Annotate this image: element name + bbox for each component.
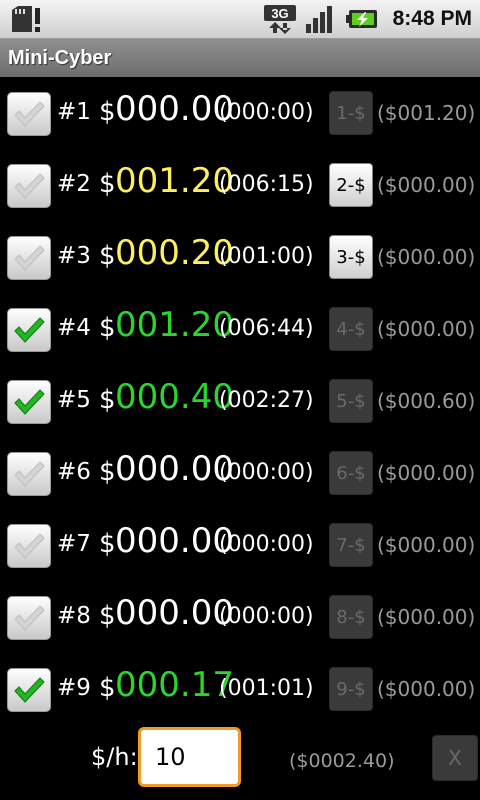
station-row: #4 $001.20 (006:44) 4-$ ($000.00) <box>0 300 480 360</box>
hourly-rate-input[interactable]: 10 <box>138 727 241 787</box>
station-checkbox[interactable] <box>7 164 51 208</box>
paid-amount: ($000.00) <box>377 173 476 197</box>
paid-amount: ($000.60) <box>377 389 476 413</box>
station-row: #6 $000.00 (000:00) 6-$ ($000.00) <box>0 444 480 504</box>
station-number: #2 <box>57 171 91 197</box>
station-time: (000:00) <box>219 532 314 557</box>
station-checkbox[interactable] <box>7 380 51 424</box>
pay-button[interactable]: 8-$ <box>329 595 373 639</box>
station-checkbox[interactable] <box>7 524 51 568</box>
footer-bar: $/h: 10 ($0002.40) X <box>0 725 480 795</box>
station-checkbox[interactable] <box>7 92 51 136</box>
station-row: #1 $000.00 (000:00) 1-$ ($001.20) <box>0 84 480 144</box>
check-icon <box>14 245 45 271</box>
station-amount: 000.00 <box>115 89 234 129</box>
pay-button[interactable]: 5-$ <box>329 379 373 423</box>
rate-label: $/h: <box>91 743 138 771</box>
status-bar: 3G 8:48 PM <box>0 0 480 39</box>
station-amount: 000.40 <box>115 377 234 417</box>
station-number: #6 <box>57 459 91 485</box>
station-number: #1 <box>57 99 91 125</box>
station-amount: 000.20 <box>115 233 234 273</box>
station-number: #4 <box>57 315 91 341</box>
station-number: #7 <box>57 531 91 557</box>
status-time: 8:48 PM <box>392 7 472 30</box>
station-amount: 001.20 <box>115 161 234 201</box>
app-title: Mini-Cyber <box>8 46 112 69</box>
station-time: (001:00) <box>219 244 314 269</box>
station-amount: 000.00 <box>115 449 234 489</box>
paid-amount: ($000.00) <box>377 677 476 701</box>
station-checkbox[interactable] <box>7 308 51 352</box>
station-row: #3 $000.20 (001:00) 3-$ ($000.00) <box>0 228 480 288</box>
station-time: (006:44) <box>219 316 314 341</box>
battery-charging-icon <box>345 4 379 34</box>
paid-amount: ($000.00) <box>377 317 476 341</box>
station-row: #2 $001.20 (006:15) 2-$ ($000.00) <box>0 156 480 216</box>
station-checkbox[interactable] <box>7 452 51 496</box>
currency-symbol: $ <box>99 601 116 631</box>
pay-button[interactable]: 6-$ <box>329 451 373 495</box>
station-time: (006:15) <box>219 172 314 197</box>
station-number: #8 <box>57 603 91 629</box>
station-row: #7 $000.00 (000:00) 7-$ ($000.00) <box>0 516 480 576</box>
station-time: (000:00) <box>219 100 314 125</box>
check-icon <box>14 533 45 559</box>
sd-card-alert-icon <box>10 4 44 34</box>
network-type-label: 3G <box>271 6 288 21</box>
station-checkbox[interactable] <box>7 596 51 640</box>
pay-button[interactable]: 7-$ <box>329 523 373 567</box>
pay-button[interactable]: 1-$ <box>329 91 373 135</box>
station-checkbox[interactable] <box>7 236 51 280</box>
station-time: (001:01) <box>219 676 314 701</box>
station-amount: 000.00 <box>115 593 234 633</box>
pay-button[interactable]: 9-$ <box>329 667 373 711</box>
station-row: #9 $000.17 (001:01) 9-$ ($000.00) <box>0 660 480 720</box>
currency-symbol: $ <box>99 241 116 271</box>
check-icon <box>14 461 45 487</box>
currency-symbol: $ <box>99 457 116 487</box>
check-icon <box>14 389 45 415</box>
station-amount: 000.00 <box>115 521 234 561</box>
check-icon <box>14 101 45 127</box>
paid-amount: ($000.00) <box>377 533 476 557</box>
station-amount: 001.20 <box>115 305 234 345</box>
station-number: #5 <box>57 387 91 413</box>
currency-symbol: $ <box>99 529 116 559</box>
check-icon <box>14 317 45 343</box>
station-row: #8 $000.00 (000:00) 8-$ ($000.00) <box>0 588 480 648</box>
paid-amount: ($001.20) <box>377 101 476 125</box>
check-icon <box>14 605 45 631</box>
paid-amount: ($000.00) <box>377 245 476 269</box>
currency-symbol: $ <box>99 169 116 199</box>
3g-data-icon: 3G <box>263 4 297 34</box>
clear-button[interactable]: X <box>432 735 478 781</box>
currency-symbol: $ <box>99 385 116 415</box>
check-icon <box>14 677 45 703</box>
app-title-bar: Mini-Cyber <box>0 39 480 77</box>
paid-amount: ($000.00) <box>377 461 476 485</box>
currency-symbol: $ <box>99 97 116 127</box>
station-number: #3 <box>57 243 91 269</box>
station-time: (002:27) <box>219 388 314 413</box>
station-number: #9 <box>57 675 91 701</box>
station-time: (000:00) <box>219 460 314 485</box>
currency-symbol: $ <box>99 313 116 343</box>
station-time: (000:00) <box>219 604 314 629</box>
station-row: #5 $000.40 (002:27) 5-$ ($000.60) <box>0 372 480 432</box>
currency-symbol: $ <box>99 673 116 703</box>
station-amount: 000.17 <box>115 665 234 705</box>
check-icon <box>14 173 45 199</box>
pay-button[interactable]: 2-$ <box>329 163 373 207</box>
pay-button[interactable]: 3-$ <box>329 235 373 279</box>
station-checkbox[interactable] <box>7 668 51 712</box>
paid-amount: ($000.00) <box>377 605 476 629</box>
signal-strength-icon <box>305 4 337 34</box>
pay-button[interactable]: 4-$ <box>329 307 373 351</box>
total-amount: ($0002.40) <box>289 750 395 772</box>
